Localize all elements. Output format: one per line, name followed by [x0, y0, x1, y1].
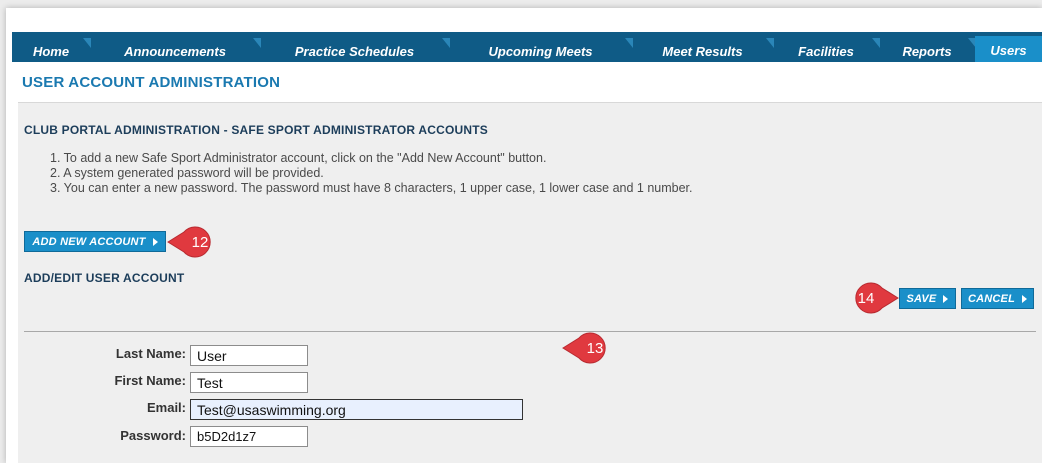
callout-number: 14 — [857, 289, 875, 307]
first-name-label: First Name: — [114, 373, 186, 388]
save-button[interactable]: SAVE — [899, 288, 956, 309]
tab-facilities[interactable]: Facilities — [773, 38, 880, 64]
tab-announcements[interactable]: Announcements — [90, 38, 261, 64]
instruction-item: 3. You can enter a new password. The pas… — [50, 181, 693, 195]
first-name-field[interactable]: Test — [190, 372, 308, 393]
callout-badge: 13 — [562, 332, 613, 364]
instruction-item: 2. A system generated password will be p… — [50, 166, 324, 180]
tab-meet-results[interactable]: Meet Results — [632, 38, 774, 64]
callout-number: 13 — [586, 339, 604, 357]
main-nav: Home Announcements Practice Schedules Up… — [12, 32, 1042, 64]
last-name-label: Last Name: — [115, 346, 186, 361]
arrow-right-icon — [152, 237, 158, 246]
email-label: Email: — [146, 400, 186, 415]
password-label: Password: — [120, 428, 186, 443]
page-title: USER ACCOUNT ADMINISTRATION — [22, 74, 281, 91]
tab-reports[interactable]: Reports — [879, 38, 976, 64]
last-name-field[interactable]: User — [190, 345, 308, 366]
tab-upcoming-meets[interactable]: Upcoming Meets — [449, 38, 633, 64]
password-field[interactable]: b5D2d1z7 — [190, 426, 308, 447]
add-new-account-label: ADD NEW ACCOUNT — [32, 235, 146, 248]
tab-home[interactable]: Home — [12, 38, 91, 64]
callout-badge: 12 — [167, 226, 218, 258]
instructions-list: 1. To add a new Safe Sport Administrator… — [50, 151, 693, 196]
cancel-button[interactable]: CANCEL — [961, 288, 1034, 309]
instruction-item: 1. To add a new Safe Sport Administrator… — [50, 151, 547, 165]
arrow-right-icon — [943, 294, 949, 303]
add-new-account-button[interactable]: ADD NEW ACCOUNT — [24, 231, 166, 252]
page-header: USER ACCOUNT ADMINISTRATION — [18, 62, 1042, 103]
arrow-right-icon — [1022, 294, 1028, 303]
callout-badge: 14 — [848, 282, 899, 314]
cancel-label: CANCEL — [967, 292, 1016, 305]
section-title: CLUB PORTAL ADMINISTRATION - SAFE SPORT … — [24, 123, 488, 137]
save-label: SAVE — [906, 292, 937, 305]
tab-users[interactable]: Users — [975, 36, 1042, 64]
form-title: ADD/EDIT USER ACCOUNT — [24, 271, 185, 285]
email-field[interactable]: Test@usaswimming.org — [190, 399, 523, 420]
tab-practice-schedules[interactable]: Practice Schedules — [260, 38, 450, 64]
divider — [24, 331, 1036, 332]
callout-number: 12 — [191, 233, 209, 251]
